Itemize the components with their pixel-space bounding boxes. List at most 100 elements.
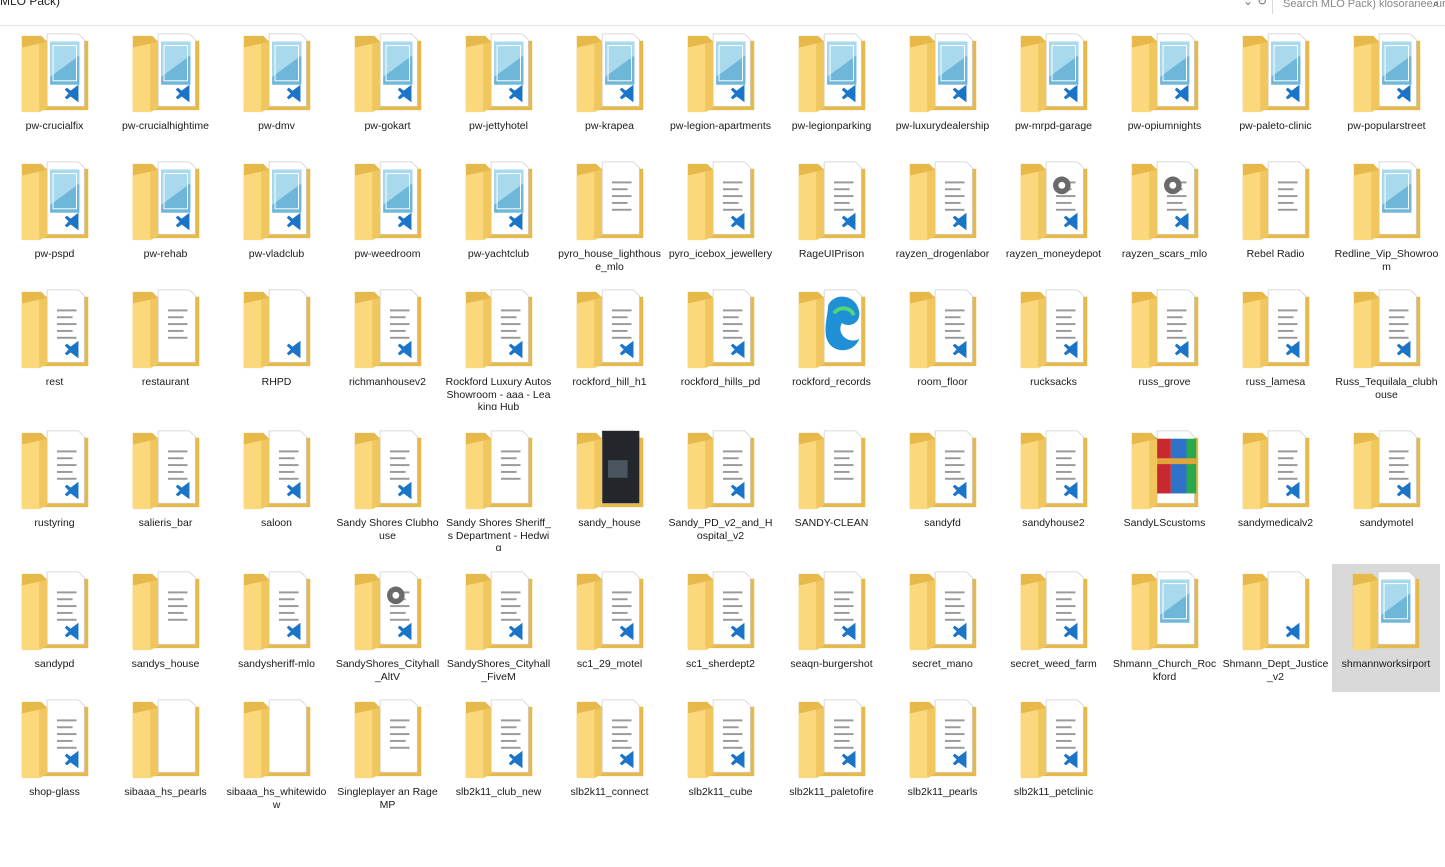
folder-item[interactable]: secret_mano — [888, 564, 997, 692]
folder-item[interactable]: pw-luxurydealership — [888, 26, 997, 154]
folder-item[interactable]: slb2k11_connect — [555, 692, 664, 820]
folder-item[interactable]: pw-paleto-clinic — [1221, 26, 1330, 154]
folder-item[interactable]: pw-dmv — [222, 26, 331, 154]
folder-item[interactable]: sandyhouse2 — [999, 423, 1108, 551]
folder-item[interactable]: russ_grove — [1110, 282, 1219, 410]
folder-item[interactable]: SANDY-CLEAN — [777, 423, 886, 551]
folder-item[interactable]: RHPD — [222, 282, 331, 410]
folder-item[interactable]: sandyfd — [888, 423, 997, 551]
folder-docs-icon — [354, 699, 421, 779]
folder-item[interactable]: pw-vladclub — [222, 154, 331, 282]
folder-docs-vscode-icon — [1242, 289, 1309, 369]
search-input[interactable]: Search MLO Pack) klosoranee ura ⌕ — [1272, 0, 1445, 14]
folder-item[interactable]: slb2k11_paletofire — [777, 692, 886, 820]
folder-image-vscode-icon — [243, 33, 310, 113]
folder-item[interactable]: slb2k11_cube — [666, 692, 775, 820]
folder-item[interactable]: Sandy_PD_v2_and_Hospital_v2 — [666, 423, 775, 551]
folder-item[interactable]: SandyShores_Cityhall_FiveM — [444, 564, 553, 692]
folder-item[interactable]: richmanhousev2 — [333, 282, 442, 410]
folder-item[interactable]: sibaaa_hs_whitewidow — [222, 692, 331, 820]
folder-item[interactable]: pw-crucialfix — [0, 26, 109, 154]
folder-label: shop-glass — [29, 786, 80, 798]
folder-label: pw-rehab — [143, 248, 188, 260]
folder-label: rockford_records — [792, 376, 871, 388]
folder-label: sibaaa_hs_whitewidow — [226, 786, 327, 811]
folder-item[interactable]: shop-glass — [0, 692, 109, 820]
folder-item[interactable]: rustyring — [0, 423, 109, 551]
folder-item[interactable]: sc1_sherdept2 — [666, 564, 775, 692]
folder-item[interactable]: sandysheriff-mlo — [222, 564, 331, 692]
folder-item[interactable]: pw-gokart — [333, 26, 442, 154]
folder-item[interactable]: pw-crucialhightime — [111, 26, 220, 154]
folder-item[interactable]: pyro_icebox_jewellery — [666, 154, 775, 282]
folder-item[interactable]: pw-legionparking — [777, 26, 886, 154]
folder-item[interactable]: rest — [0, 282, 109, 410]
folder-item[interactable]: saloon — [222, 423, 331, 551]
folder-item[interactable]: Singleplayer an RageMP — [333, 692, 442, 820]
folder-item[interactable]: sc1_29_motel — [555, 564, 664, 692]
folder-item[interactable]: pw-popularstreet — [1332, 26, 1441, 154]
folder-item[interactable]: rockford_records — [777, 282, 886, 410]
folder-label: russ_lamesa — [1245, 376, 1306, 388]
folder-item[interactable]: rockford_hills_pd — [666, 282, 775, 410]
folder-item[interactable]: Shmann_Church_Rockford — [1110, 564, 1219, 692]
folder-item[interactable]: rayzen_drogenlabor — [888, 154, 997, 282]
folder-item[interactable]: pw-opiumnights — [1110, 26, 1219, 154]
folder-item[interactable]: rayzen_moneydepot — [999, 154, 1108, 282]
folder-image-vscode-icon — [21, 161, 88, 241]
folder-item[interactable]: pw-mrpd-garage — [999, 26, 1108, 154]
folder-item[interactable]: sandymedicalv2 — [1221, 423, 1330, 551]
folder-label: sc1_sherdept2 — [686, 658, 755, 670]
folder-item[interactable]: sandymotel — [1332, 423, 1441, 551]
folder-item[interactable]: Redline_Vip_Showroom — [1332, 154, 1441, 282]
folder-item[interactable]: Russ_Tequilala_clubhouse — [1332, 282, 1441, 410]
folder-item[interactable]: slb2k11_club_new — [444, 692, 553, 820]
folder-item[interactable]: rayzen_scars_mlo — [1110, 154, 1219, 282]
folder-item[interactable]: pw-pspd — [0, 154, 109, 282]
folder-label: pw-dmv — [258, 120, 295, 132]
folder-item[interactable]: pw-krapea — [555, 26, 664, 154]
folder-item[interactable]: Sandy Shores Clubhouse — [333, 423, 442, 551]
folder-item[interactable]: restaurant — [111, 282, 220, 410]
folder-label: pw-paleto-clinic — [1239, 120, 1312, 132]
folder-item[interactable]: pw-yachtclub — [444, 154, 553, 282]
folder-item[interactable]: rucksacks — [999, 282, 1108, 410]
folder-item[interactable]: sandypd — [0, 564, 109, 692]
folder-item[interactable]: slb2k11_pearls — [888, 692, 997, 820]
folder-item[interactable]: pw-weedroom — [333, 154, 442, 282]
folder-item[interactable]: Sandy Shores Sheriff_s Department - Hedw… — [444, 423, 553, 551]
folder-item[interactable]: pyro_house_lighthouse_mlo — [555, 154, 664, 282]
folder-label: pw-krapea — [584, 120, 635, 132]
folder-item[interactable]: Rebel Radio — [1221, 154, 1330, 282]
folder-item[interactable]: salieris_bar — [111, 423, 220, 551]
folder-docs-vscode-icon — [465, 289, 532, 369]
folder-item[interactable]: pw-rehab — [111, 154, 220, 282]
folder-item[interactable]: pw-legion-apartments — [666, 26, 775, 154]
folder-item[interactable]: shmannworksirport — [1332, 564, 1440, 692]
folder-item[interactable]: secret_weed_farm — [999, 564, 1108, 692]
folder-label: pw-gokart — [364, 120, 411, 132]
folder-item[interactable]: sandys_house — [111, 564, 220, 692]
folder-item[interactable]: russ_lamesa — [1221, 282, 1330, 410]
folder-item[interactable]: room_floor — [888, 282, 997, 410]
folder-label: slb2k11_paletofire — [789, 786, 874, 798]
chevron-down-icon[interactable]: ⌄ — [1243, 0, 1253, 8]
folder-item[interactable]: sandy_house — [555, 423, 664, 551]
folder-image-vscode-icon — [798, 33, 865, 113]
folder-item[interactable]: SandyShores_Cityhall_AltV — [333, 564, 442, 692]
folder-image-vscode-icon — [1353, 33, 1420, 113]
folder-item[interactable]: RageUIPrison — [777, 154, 886, 282]
folder-item[interactable]: Rockford Luxury Autos Showroom - aaa - L… — [444, 282, 553, 410]
folder-item[interactable]: seaqn-burgershot — [777, 564, 886, 692]
folder-item[interactable]: slb2k11_petclinic — [999, 692, 1108, 820]
folder-item[interactable]: sibaaa_hs_pearls — [111, 692, 220, 820]
folder-item[interactable]: Shmann_Dept_Justice_v2 — [1221, 564, 1330, 692]
address-path[interactable]: MLO Pack) — [0, 0, 60, 8]
folder-item[interactable]: rockford_hill_h1 — [555, 282, 664, 410]
refresh-icon[interactable]: ↻ — [1257, 0, 1267, 8]
folder-item[interactable]: pw-jettyhotel — [444, 26, 553, 154]
folder-label: RHPD — [261, 376, 292, 388]
folder-label: SANDY-CLEAN — [794, 517, 869, 529]
folder-item[interactable]: SandyLScustoms — [1110, 423, 1219, 551]
folder-docs-icon — [465, 430, 532, 510]
